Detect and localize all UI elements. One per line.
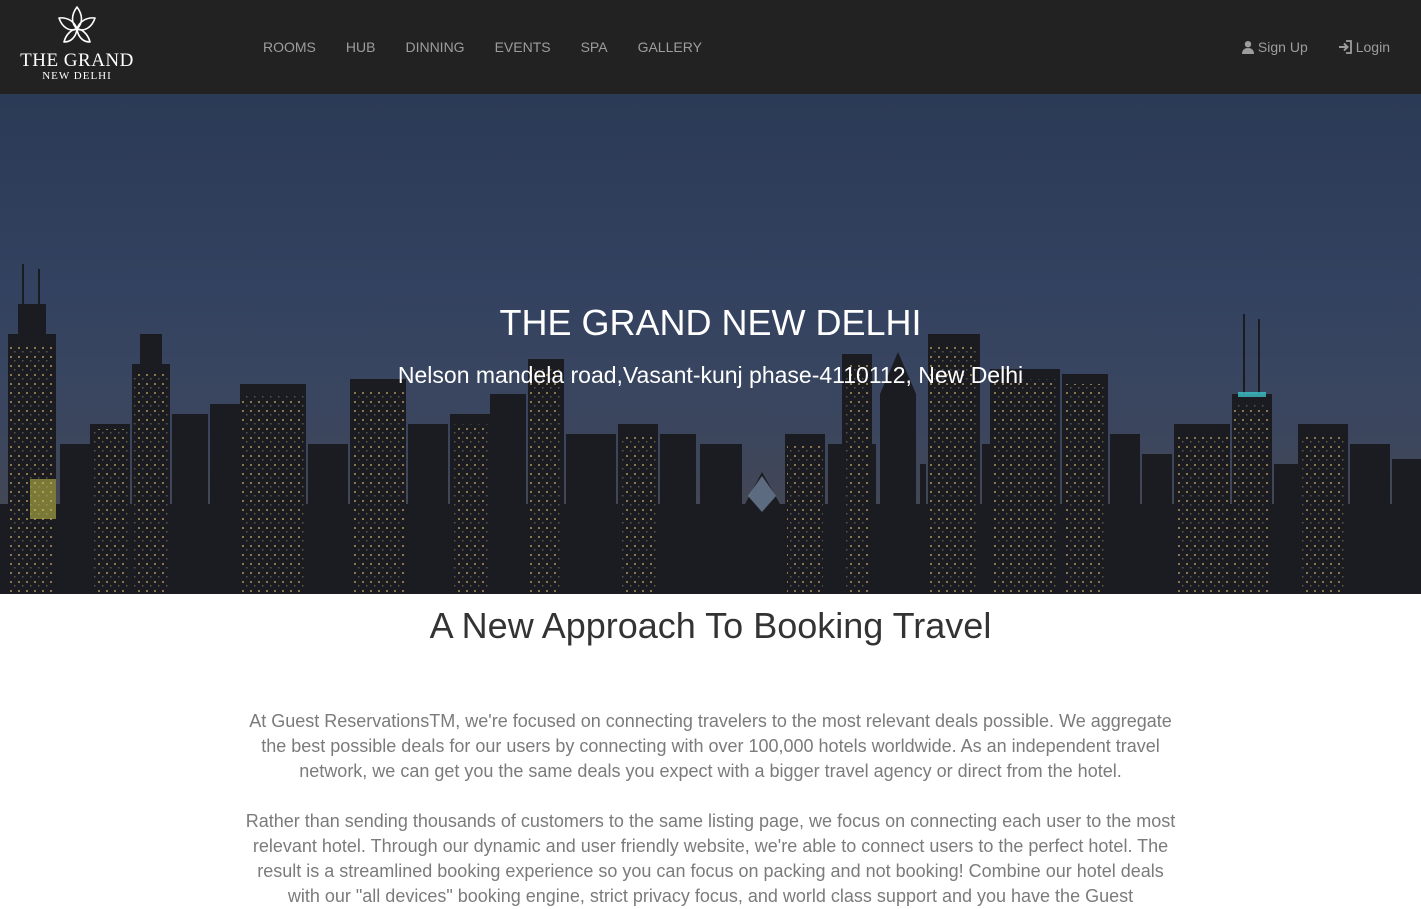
nav-item-events[interactable]: EVENTS bbox=[480, 37, 566, 57]
brand-city: NEW DELHI bbox=[42, 70, 112, 82]
user-icon bbox=[1241, 41, 1254, 54]
hero-title: THE GRAND NEW DELHI bbox=[499, 302, 922, 343]
hero-banner: THE GRAND NEW DELHI Nelson mandela road,… bbox=[0, 94, 1421, 594]
hero-address: Nelson mandela road,Vasant-kunj phase-41… bbox=[397, 362, 1024, 388]
brand-logo[interactable]: THE GRAND NEW DELHI bbox=[14, 4, 140, 88]
signup-label: Sign Up bbox=[1257, 39, 1308, 55]
main-nav: ROOMS HUB DINNING EVENTS SPA GALLERY bbox=[248, 0, 717, 94]
navbar: THE GRAND NEW DELHI ROOMS HUB DINNING EV… bbox=[0, 0, 1421, 94]
signup-link[interactable]: Sign Up bbox=[1226, 37, 1323, 57]
nav-item-hub[interactable]: HUB bbox=[331, 37, 391, 57]
login-icon bbox=[1338, 40, 1352, 54]
intro-paragraph: At Guest ReservationsTM, we're focused o… bbox=[249, 711, 1172, 781]
nav-item-rooms[interactable]: ROOMS bbox=[248, 37, 331, 57]
login-label: Login bbox=[1355, 39, 1390, 55]
nav-item-dinning[interactable]: DINNING bbox=[390, 37, 479, 57]
login-link[interactable]: Login bbox=[1323, 37, 1405, 57]
section-title: A New Approach To Booking Travel bbox=[429, 605, 992, 646]
lotus-icon bbox=[58, 6, 96, 43]
nav-item-gallery[interactable]: GALLERY bbox=[623, 37, 717, 57]
account-nav: Sign Up Login bbox=[1226, 0, 1405, 94]
details-paragraph: Rather than sending thousands of custome… bbox=[245, 811, 1176, 906]
brand-name: THE GRAND bbox=[20, 50, 134, 71]
nav-item-spa[interactable]: SPA bbox=[566, 37, 623, 57]
